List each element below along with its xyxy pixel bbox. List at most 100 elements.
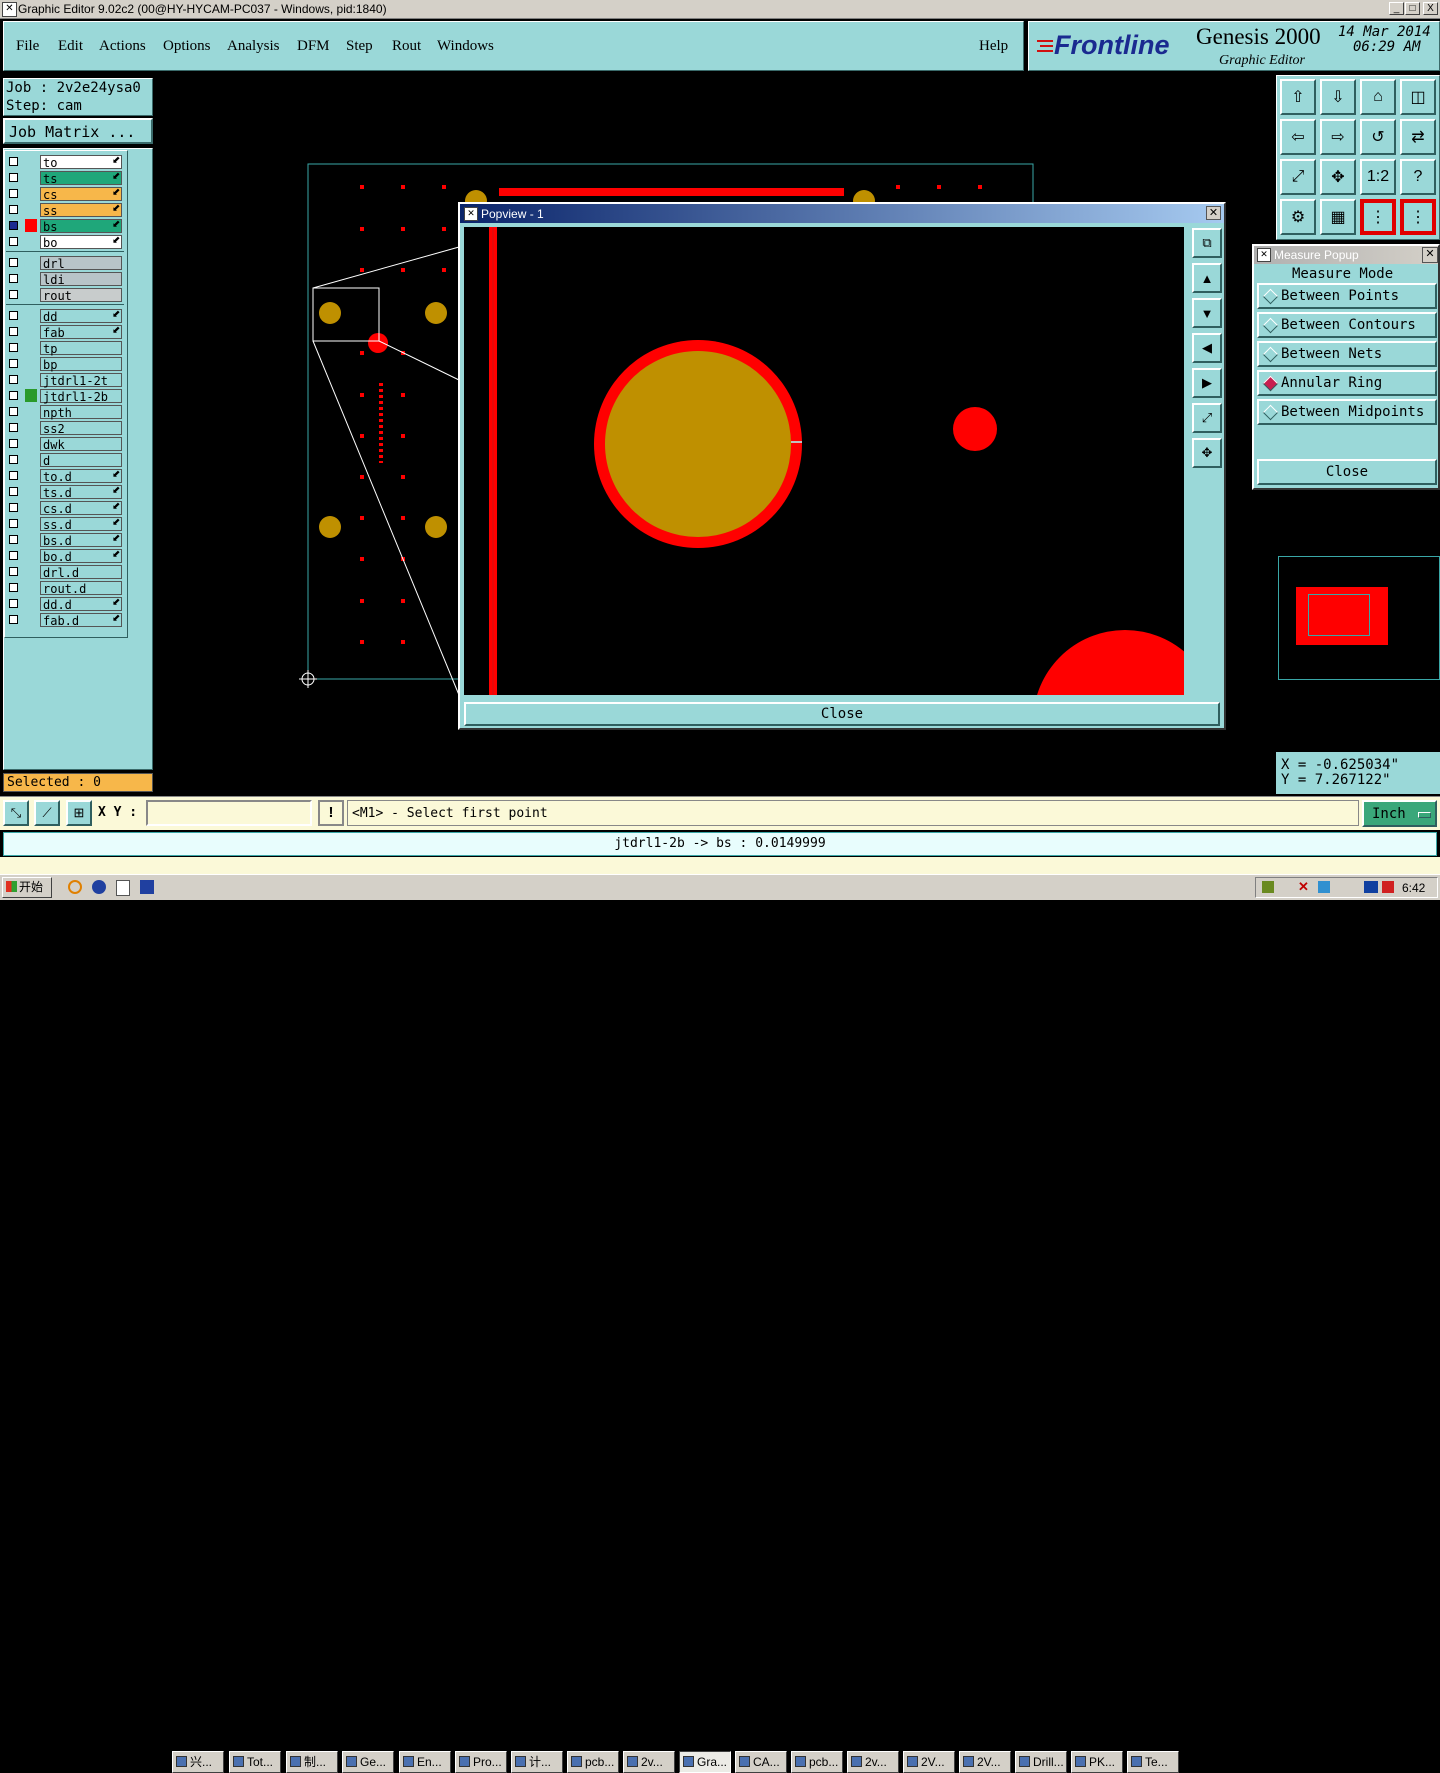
layer-list-scrollbar[interactable] — [129, 150, 151, 638]
zoom-fit-icon[interactable]: ⤢ — [1280, 159, 1316, 195]
taskbar-item[interactable]: 2V... — [959, 1751, 1011, 1773]
layer-checkbox[interactable] — [9, 503, 18, 512]
layer-checkbox[interactable] — [9, 343, 18, 352]
layer-checkbox[interactable] — [9, 599, 18, 608]
taskbar-item[interactable]: pcb... — [791, 1751, 843, 1773]
layer-checkbox[interactable] — [9, 274, 18, 283]
info-icon[interactable]: ! — [318, 800, 344, 826]
taskbar-item[interactable]: En... — [399, 1751, 451, 1773]
popview-close-button[interactable]: Close — [464, 702, 1220, 726]
measure-option-annular-ring[interactable]: Annular Ring — [1257, 370, 1437, 396]
popview-close-icon[interactable]: ✕ — [1206, 206, 1221, 220]
taskbar-item[interactable]: Tot... — [229, 1751, 281, 1773]
measure-option-between-contours[interactable]: Between Contours — [1257, 312, 1437, 338]
layer-checkbox[interactable] — [9, 237, 18, 246]
layer-checkbox[interactable] — [9, 157, 18, 166]
layer-checkbox[interactable] — [9, 311, 18, 320]
popview-zoom-center-icon[interactable]: ✥ — [1192, 438, 1222, 468]
taskbar-item[interactable]: 2v... — [847, 1751, 899, 1773]
measure-option-between-points[interactable]: Between Points — [1257, 283, 1437, 309]
layer-row-bs.d[interactable]: bs.d ⬋ — [6, 533, 124, 548]
layer-row-tp[interactable]: tp — [6, 341, 124, 356]
layer-row-bo[interactable]: bo ⬋ — [6, 235, 124, 250]
tray-ime-icon[interactable] — [1382, 881, 1394, 893]
measure-tool-icon[interactable]: ⟋ — [34, 800, 60, 826]
layer-checkbox[interactable] — [9, 290, 18, 299]
split-view-icon[interactable]: ◫ — [1400, 79, 1436, 115]
zoom-center-icon[interactable]: ✥ — [1320, 159, 1356, 195]
layer-row-cs.d[interactable]: cs.d ⬋ — [6, 501, 124, 516]
taskbar-item[interactable]: Te... — [1127, 1751, 1179, 1773]
measure-title-bar[interactable]: ✕ Measure Popup ✕ — [1254, 246, 1438, 264]
layer-checkbox[interactable] — [9, 615, 18, 624]
popview-zoom-fit-icon[interactable]: ⤢ — [1192, 403, 1222, 433]
layer-checkbox[interactable] — [9, 551, 18, 560]
layer-checkbox[interactable] — [9, 391, 18, 400]
layer-row-ts.d[interactable]: ts.d ⬋ — [6, 485, 124, 500]
close-window-button[interactable]: X — [1423, 2, 1438, 15]
layer-row-dwk[interactable]: dwk — [6, 437, 124, 452]
layer-row-ldi[interactable]: ldi — [6, 272, 124, 287]
measure-option-between-midpoints[interactable]: Between Midpoints — [1257, 399, 1437, 425]
popview-pan-left-icon[interactable]: ◀ — [1192, 333, 1222, 363]
tray-tool-icon[interactable] — [1262, 881, 1274, 893]
measure-option-between-nets[interactable]: Between Nets — [1257, 341, 1437, 367]
layer-checkbox[interactable] — [9, 258, 18, 267]
layer-row-rout.d[interactable]: rout.d — [6, 581, 124, 596]
menu-step[interactable]: Step — [346, 38, 373, 55]
clock-icon[interactable] — [68, 880, 82, 894]
unit-selector[interactable]: Inch — [1362, 800, 1437, 827]
notepad-icon[interactable] — [116, 880, 130, 896]
layer-row-fab[interactable]: fab ⬋ — [6, 325, 124, 340]
taskbar-item[interactable]: 兴... — [172, 1751, 224, 1773]
tray-network-icon[interactable] — [1318, 881, 1330, 893]
layer-row-fab.d[interactable]: fab.d ⬋ — [6, 613, 124, 628]
layer-row-bo.d[interactable]: bo.d ⬋ — [6, 549, 124, 564]
popview-pan-down-icon[interactable]: ▼ — [1192, 298, 1222, 328]
grid-icon[interactable]: ▦ — [1320, 199, 1356, 235]
taskbar-item[interactable]: pcb... — [567, 1751, 619, 1773]
layer-checkbox[interactable] — [9, 221, 18, 230]
popview-zoom-icon[interactable]: ⧉ — [1192, 228, 1222, 258]
layer-checkbox[interactable] — [9, 375, 18, 384]
pan-right-icon[interactable]: ⇨ — [1320, 119, 1356, 155]
layer-row-drl[interactable]: drl — [6, 256, 124, 271]
popview-canvas[interactable] — [464, 227, 1184, 695]
layer-checkbox[interactable] — [9, 439, 18, 448]
drc-icon[interactable]: ⋮ — [1400, 199, 1436, 235]
layer-row-jtdrl1-2b[interactable]: jtdrl1-2b — [6, 389, 124, 404]
netlist-icon[interactable]: ⋮ — [1360, 199, 1396, 235]
taskbar-item[interactable]: 2V... — [903, 1751, 955, 1773]
job-matrix-button[interactable]: Job Matrix ... — [3, 118, 153, 144]
mini-map[interactable] — [1278, 556, 1440, 680]
layer-checkbox[interactable] — [9, 535, 18, 544]
home-icon[interactable]: ⌂ — [1360, 79, 1396, 115]
menu-actions[interactable]: Actions — [99, 38, 146, 55]
menu-analysis[interactable]: Analysis — [227, 38, 280, 55]
tray-close-icon[interactable]: ✕ — [1298, 879, 1309, 895]
layer-row-d[interactable]: d — [6, 453, 124, 468]
zoom-down-icon[interactable]: ⇩ — [1320, 79, 1356, 115]
layer-row-jtdrl1-2t[interactable]: jtdrl1-2t — [6, 373, 124, 388]
layer-row-cs[interactable]: cs ⬋ — [6, 187, 124, 202]
pan-left-icon[interactable]: ⇦ — [1280, 119, 1316, 155]
taskbar-item[interactable]: PK... — [1071, 1751, 1123, 1773]
settings-icon[interactable]: ⚙ — [1280, 199, 1316, 235]
save-icon[interactable] — [140, 880, 154, 894]
menu-help[interactable]: Help — [979, 38, 1008, 55]
mirror-icon[interactable]: ⇄ — [1400, 119, 1436, 155]
menu-rout[interactable]: Rout — [392, 38, 421, 55]
menu-edit[interactable]: Edit — [58, 38, 83, 55]
globe-icon[interactable] — [92, 880, 106, 894]
layer-row-ss2[interactable]: ss2 — [6, 421, 124, 436]
layer-row-ts[interactable]: ts ⬋ — [6, 171, 124, 186]
layer-row-drl.d[interactable]: drl.d — [6, 565, 124, 580]
taskbar-item[interactable]: 2v... — [623, 1751, 675, 1773]
scale-icon[interactable]: 1:2 — [1360, 159, 1396, 195]
layer-checkbox[interactable] — [9, 327, 18, 336]
layer-row-ss[interactable]: ss ⬋ — [6, 203, 124, 218]
taskbar-item[interactable]: 制... — [286, 1751, 338, 1773]
layer-checkbox[interactable] — [9, 189, 18, 198]
layer-row-ss.d[interactable]: ss.d ⬋ — [6, 517, 124, 532]
grid-snap-icon[interactable]: ⊞ — [66, 800, 92, 826]
